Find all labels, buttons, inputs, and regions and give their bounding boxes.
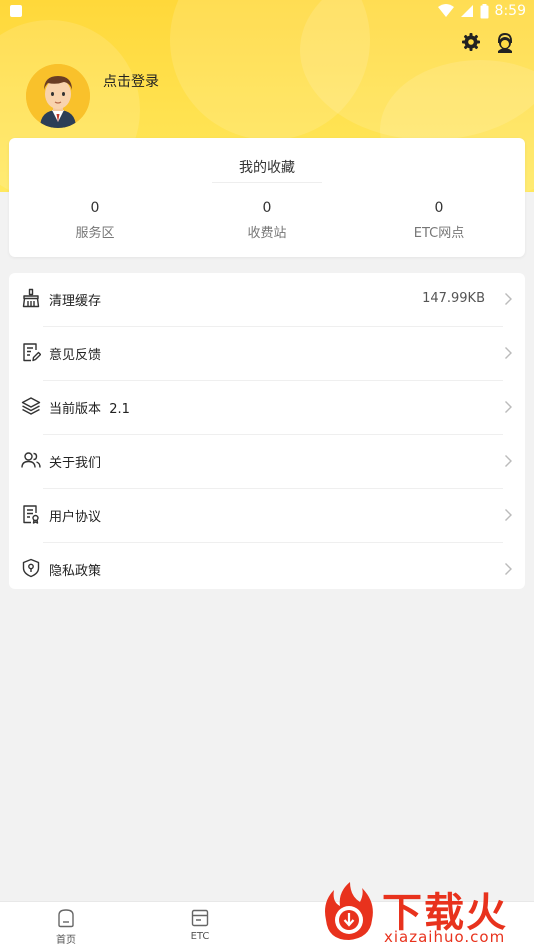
favorite-service-area[interactable]: 0 服务区 — [9, 200, 181, 241]
chevron-right-icon — [505, 293, 512, 305]
edit-document-icon — [23, 343, 41, 362]
watermark: 下载火 xiazaihuo.com — [316, 880, 534, 950]
favorite-label: ETC网点 — [413, 226, 465, 241]
users-icon — [21, 452, 41, 468]
nav-label: ETC — [190, 931, 210, 942]
favorite-count: 0 — [90, 200, 100, 216]
flame-logo-icon — [325, 882, 373, 940]
menu-item-label: 关于我们 — [49, 456, 102, 471]
broom-icon — [22, 288, 40, 308]
favorite-count: 0 — [262, 200, 272, 216]
favorite-count: 0 — [434, 200, 444, 216]
wifi-icon — [437, 4, 454, 17]
home-icon — [58, 909, 74, 928]
card-icon — [191, 909, 209, 927]
favorite-etc-outlet[interactable]: 0 ETC网点 — [353, 200, 525, 241]
menu-item-privacy-policy[interactable]: 隐私政策 — [9, 543, 525, 597]
signal-icon — [460, 5, 473, 17]
battery-icon — [480, 3, 489, 18]
settings-icon[interactable] — [460, 31, 482, 53]
menu-item-feedback[interactable]: 意见反馈 — [9, 327, 525, 381]
agreement-document-icon — [23, 505, 39, 524]
menu-item-label: 清理缓存 — [49, 294, 102, 309]
favorites-title: 我的收藏 — [239, 160, 295, 176]
nav-item-home[interactable]: 首页 — [41, 908, 91, 946]
avatar[interactable] — [26, 64, 90, 128]
favorite-label: 收费站 — [247, 226, 287, 241]
customer-service-icon[interactable] — [494, 31, 516, 53]
menu-item-user-agreement[interactable]: 用户协议 — [9, 489, 525, 543]
menu-item-label: 意见反馈 — [49, 348, 102, 363]
chevron-right-icon — [505, 401, 512, 413]
favorite-label: 服务区 — [75, 226, 115, 241]
chevron-right-icon — [505, 563, 512, 575]
chevron-right-icon — [505, 455, 512, 467]
status-time: 8:59 — [494, 3, 526, 19]
status-bar: 8:59 — [0, 0, 534, 26]
menu-item-version[interactable]: 当前版本 2.1 — [9, 381, 525, 435]
favorites-divider — [212, 182, 322, 183]
favorite-toll-station[interactable]: 0 收费站 — [181, 200, 353, 241]
chevron-right-icon — [505, 509, 512, 521]
menu-item-about-us[interactable]: 关于我们 — [9, 435, 525, 489]
favorites-card: 我的收藏 0 服务区 0 收费站 0 ETC网点 — [9, 138, 525, 257]
settings-menu: 清理缓存 147.99KB 意见反馈 当前版本 2.1 关于我们 用户协议 隐私… — [9, 273, 525, 589]
menu-item-label: 用户协议 — [49, 510, 102, 525]
cache-size-value: 147.99KB — [422, 291, 485, 306]
menu-item-clear-cache[interactable]: 清理缓存 147.99KB — [9, 273, 525, 327]
nav-item-etc[interactable]: ETC — [175, 908, 225, 942]
shield-icon — [22, 558, 40, 578]
chevron-right-icon — [505, 347, 512, 359]
layers-icon — [21, 397, 41, 415]
login-link[interactable]: 点击登录 — [103, 71, 159, 91]
nav-label: 首页 — [56, 935, 76, 946]
notification-icon — [10, 5, 22, 17]
menu-item-label: 隐私政策 — [49, 564, 102, 579]
watermark-subtitle: xiazaihuo.com — [384, 928, 506, 946]
menu-item-label: 当前版本 2.1 — [49, 402, 130, 417]
